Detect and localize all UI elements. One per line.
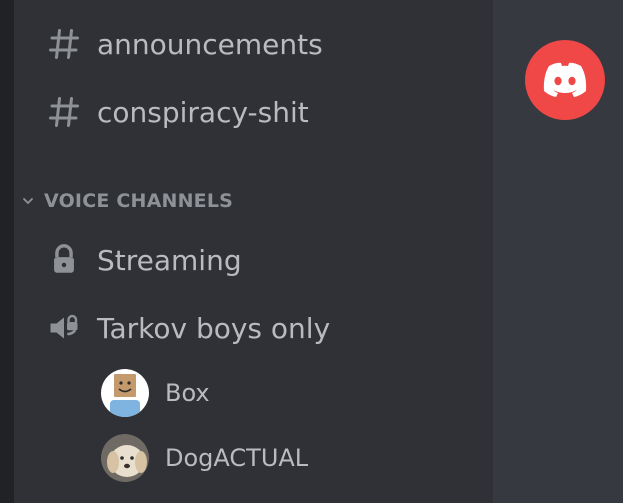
category-voice-channels[interactable]: VOICE CHANNELS bbox=[22, 186, 233, 216]
voice-user-dogactual[interactable]: DogACTUAL bbox=[101, 433, 308, 483]
discord-logo-icon[interactable] bbox=[525, 40, 605, 120]
channel-announcements[interactable]: announcements bbox=[44, 19, 323, 69]
category-label: VOICE CHANNELS bbox=[44, 190, 234, 212]
lock-icon bbox=[44, 240, 84, 280]
channel-conspiracy-shit[interactable]: conspiracy-shit bbox=[44, 87, 309, 137]
voice-user-box[interactable]: Box bbox=[101, 368, 210, 418]
discord-window: announcements conspiracy-shit VOICE CHAN… bbox=[0, 0, 623, 503]
voice-channel-streaming[interactable]: Streaming bbox=[44, 235, 242, 285]
voice-user-name: DogACTUAL bbox=[165, 444, 309, 472]
channel-label: Streaming bbox=[97, 243, 242, 277]
dog-avatar bbox=[101, 434, 149, 482]
chevron-down-icon bbox=[22, 195, 34, 207]
channel-label: conspiracy-shit bbox=[97, 95, 309, 129]
voice-channel-tarkov-boys-only[interactable]: Tarkov boys only bbox=[44, 303, 330, 353]
channel-label: Tarkov boys only bbox=[97, 311, 331, 345]
box-head-avatar bbox=[101, 369, 149, 417]
server-list-strip bbox=[0, 0, 14, 503]
hashtag-icon bbox=[44, 92, 84, 132]
voice-user-name: Box bbox=[165, 379, 210, 407]
speaker-lock-icon bbox=[44, 308, 84, 348]
hashtag-icon bbox=[44, 24, 84, 64]
channel-label: announcements bbox=[97, 27, 323, 61]
